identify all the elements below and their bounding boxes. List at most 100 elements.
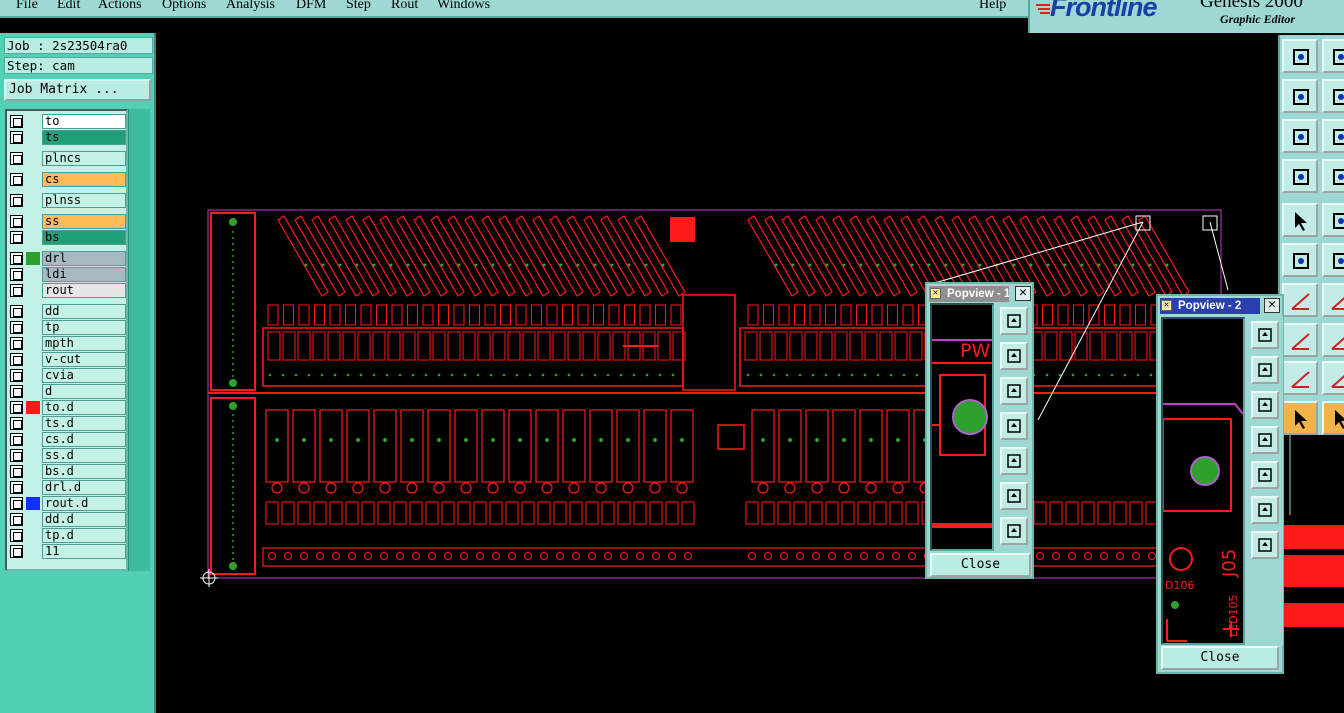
popview-2-move-up-button[interactable] xyxy=(1251,356,1279,384)
arc-button[interactable] xyxy=(1322,283,1344,317)
layer-name[interactable]: dd.d xyxy=(42,512,126,527)
layer-color-swatch[interactable] xyxy=(26,545,40,558)
layer-color-swatch[interactable] xyxy=(26,284,40,297)
snap-button[interactable] xyxy=(1322,159,1344,193)
polygon-button[interactable] xyxy=(1322,361,1344,395)
layer-row-cs-d[interactable]: cs.d xyxy=(9,432,126,447)
layer-row-bs-d[interactable]: bs.d xyxy=(9,464,126,479)
layer-name[interactable]: to.d xyxy=(42,400,126,415)
layer-row-d[interactable]: d xyxy=(9,384,126,399)
triangle-button[interactable] xyxy=(1282,361,1318,395)
layer-visibility-checkbox[interactable] xyxy=(10,194,23,207)
move-right-button[interactable] xyxy=(1322,79,1344,113)
move-left-button[interactable] xyxy=(1282,79,1318,113)
layer-name[interactable]: cvia xyxy=(42,368,126,383)
layer-name[interactable]: tp.d xyxy=(42,528,126,543)
layer-name[interactable]: bs.d xyxy=(42,464,126,479)
layer-row-rout-d[interactable]: rout.d xyxy=(9,496,126,511)
layer-visibility-checkbox[interactable] xyxy=(10,284,23,297)
layer-row-drl-d[interactable]: drl.d xyxy=(9,480,126,495)
select-pad-button[interactable] xyxy=(1282,203,1318,237)
layer-row-ss-d[interactable]: ss.d xyxy=(9,448,126,463)
cross-button[interactable] xyxy=(1322,243,1344,277)
measure-button[interactable] xyxy=(1282,159,1318,193)
layer-row-ss[interactable]: ss xyxy=(9,214,126,229)
layer-row-dd-d[interactable]: dd.d xyxy=(9,512,126,527)
layer-name[interactable]: v-cut xyxy=(42,352,126,367)
popview-1-move-right-button[interactable] xyxy=(1000,447,1028,475)
layer-visibility-checkbox[interactable] xyxy=(10,433,23,446)
layer-color-swatch[interactable] xyxy=(26,305,40,318)
layer-color-swatch[interactable] xyxy=(26,465,40,478)
layer-row-ts[interactable]: ts xyxy=(9,130,126,145)
menu-analysis[interactable]: Analysis xyxy=(226,0,275,13)
layer-name[interactable]: d xyxy=(42,384,126,399)
layer-name[interactable]: 11 xyxy=(42,544,126,559)
layer-color-swatch[interactable] xyxy=(26,321,40,334)
layer-visibility-checkbox[interactable] xyxy=(10,449,23,462)
layer-name[interactable]: to xyxy=(42,114,126,129)
layer-row-rout[interactable]: rout xyxy=(9,283,126,298)
popview-2-view[interactable]: J05 D106 LED105 xyxy=(1161,317,1245,645)
layer-visibility-checkbox[interactable] xyxy=(10,321,23,334)
layer-color-swatch[interactable] xyxy=(26,115,40,128)
layer-color-swatch[interactable] xyxy=(26,337,40,350)
net-button[interactable] xyxy=(1282,243,1318,277)
popview-2-zoom-fit-button[interactable] xyxy=(1251,496,1279,524)
fit-button[interactable] xyxy=(1282,119,1318,153)
layer-color-swatch[interactable] xyxy=(26,481,40,494)
copy-up-button[interactable] xyxy=(1282,39,1318,73)
layer-row-11[interactable]: 11 xyxy=(9,544,126,559)
layer-color-swatch[interactable] xyxy=(26,268,40,281)
layer-row-drl[interactable]: drl xyxy=(9,251,126,266)
line-button[interactable] xyxy=(1282,283,1318,317)
layer-row-cs[interactable]: cs xyxy=(9,172,126,187)
layer-color-swatch[interactable] xyxy=(26,449,40,462)
layer-color-swatch[interactable] xyxy=(26,417,40,430)
menu-windows[interactable]: Windows xyxy=(437,0,490,13)
popview-2-close-button[interactable]: Close xyxy=(1161,646,1279,670)
layer-color-swatch[interactable] xyxy=(26,231,40,244)
layer-name[interactable]: ts xyxy=(42,130,126,145)
popview-2-zoom-in-button[interactable] xyxy=(1251,321,1279,349)
menu-options[interactable]: Options xyxy=(162,0,206,13)
layer-row-v-cut[interactable]: v-cut xyxy=(9,352,126,367)
layer-color-swatch[interactable] xyxy=(26,152,40,165)
layer-color-swatch[interactable] xyxy=(26,497,40,510)
layer-row-tp[interactable]: tp xyxy=(9,320,126,335)
layer-visibility-checkbox[interactable] xyxy=(10,369,23,382)
layer-visibility-checkbox[interactable] xyxy=(10,173,23,186)
layer-visibility-checkbox[interactable] xyxy=(10,252,23,265)
layer-row-ts-d[interactable]: ts.d xyxy=(9,416,126,431)
layer-name[interactable]: cs xyxy=(42,172,126,187)
popview-1-zoom-fit-button[interactable] xyxy=(1000,482,1028,510)
layer-name[interactable]: dd xyxy=(42,304,126,319)
layer-list-scrollbar[interactable] xyxy=(128,109,150,571)
layer-row-dd[interactable]: dd xyxy=(9,304,126,319)
trace-button[interactable] xyxy=(1322,323,1344,357)
layer-visibility-checkbox[interactable] xyxy=(10,131,23,144)
layer-visibility-checkbox[interactable] xyxy=(10,545,23,558)
menu-step[interactable]: Step xyxy=(346,0,371,13)
layer-visibility-checkbox[interactable] xyxy=(10,268,23,281)
layer-visibility-checkbox[interactable] xyxy=(10,231,23,244)
layer-row-ldi[interactable]: ldi xyxy=(9,267,126,282)
layer-name[interactable]: drl.d xyxy=(42,480,126,495)
layer-row-to[interactable]: to xyxy=(9,114,126,129)
select-button[interactable] xyxy=(1322,401,1344,435)
layer-visibility-checkbox[interactable] xyxy=(10,215,23,228)
popview-1-close-icon[interactable]: ✕ xyxy=(1015,286,1031,301)
layer-visibility-checkbox[interactable] xyxy=(10,152,23,165)
layer-name[interactable]: ss xyxy=(42,214,126,229)
popview-2-move-right-button[interactable] xyxy=(1251,461,1279,489)
layer-color-swatch[interactable] xyxy=(26,401,40,414)
layer-row-bs[interactable]: bs xyxy=(9,230,126,245)
layer-color-swatch[interactable] xyxy=(26,433,40,446)
popview-2-close-icon[interactable]: ✕ xyxy=(1264,298,1280,313)
popview-2-zoom-out-button[interactable] xyxy=(1251,531,1279,559)
layer-row-plncs[interactable]: plncs xyxy=(9,151,126,166)
layer-row-cvia[interactable]: cvia xyxy=(9,368,126,383)
pointer-button[interactable] xyxy=(1282,401,1318,435)
layer-row-mpth[interactable]: mpth xyxy=(9,336,126,351)
menu-help[interactable]: Help xyxy=(979,0,1006,13)
